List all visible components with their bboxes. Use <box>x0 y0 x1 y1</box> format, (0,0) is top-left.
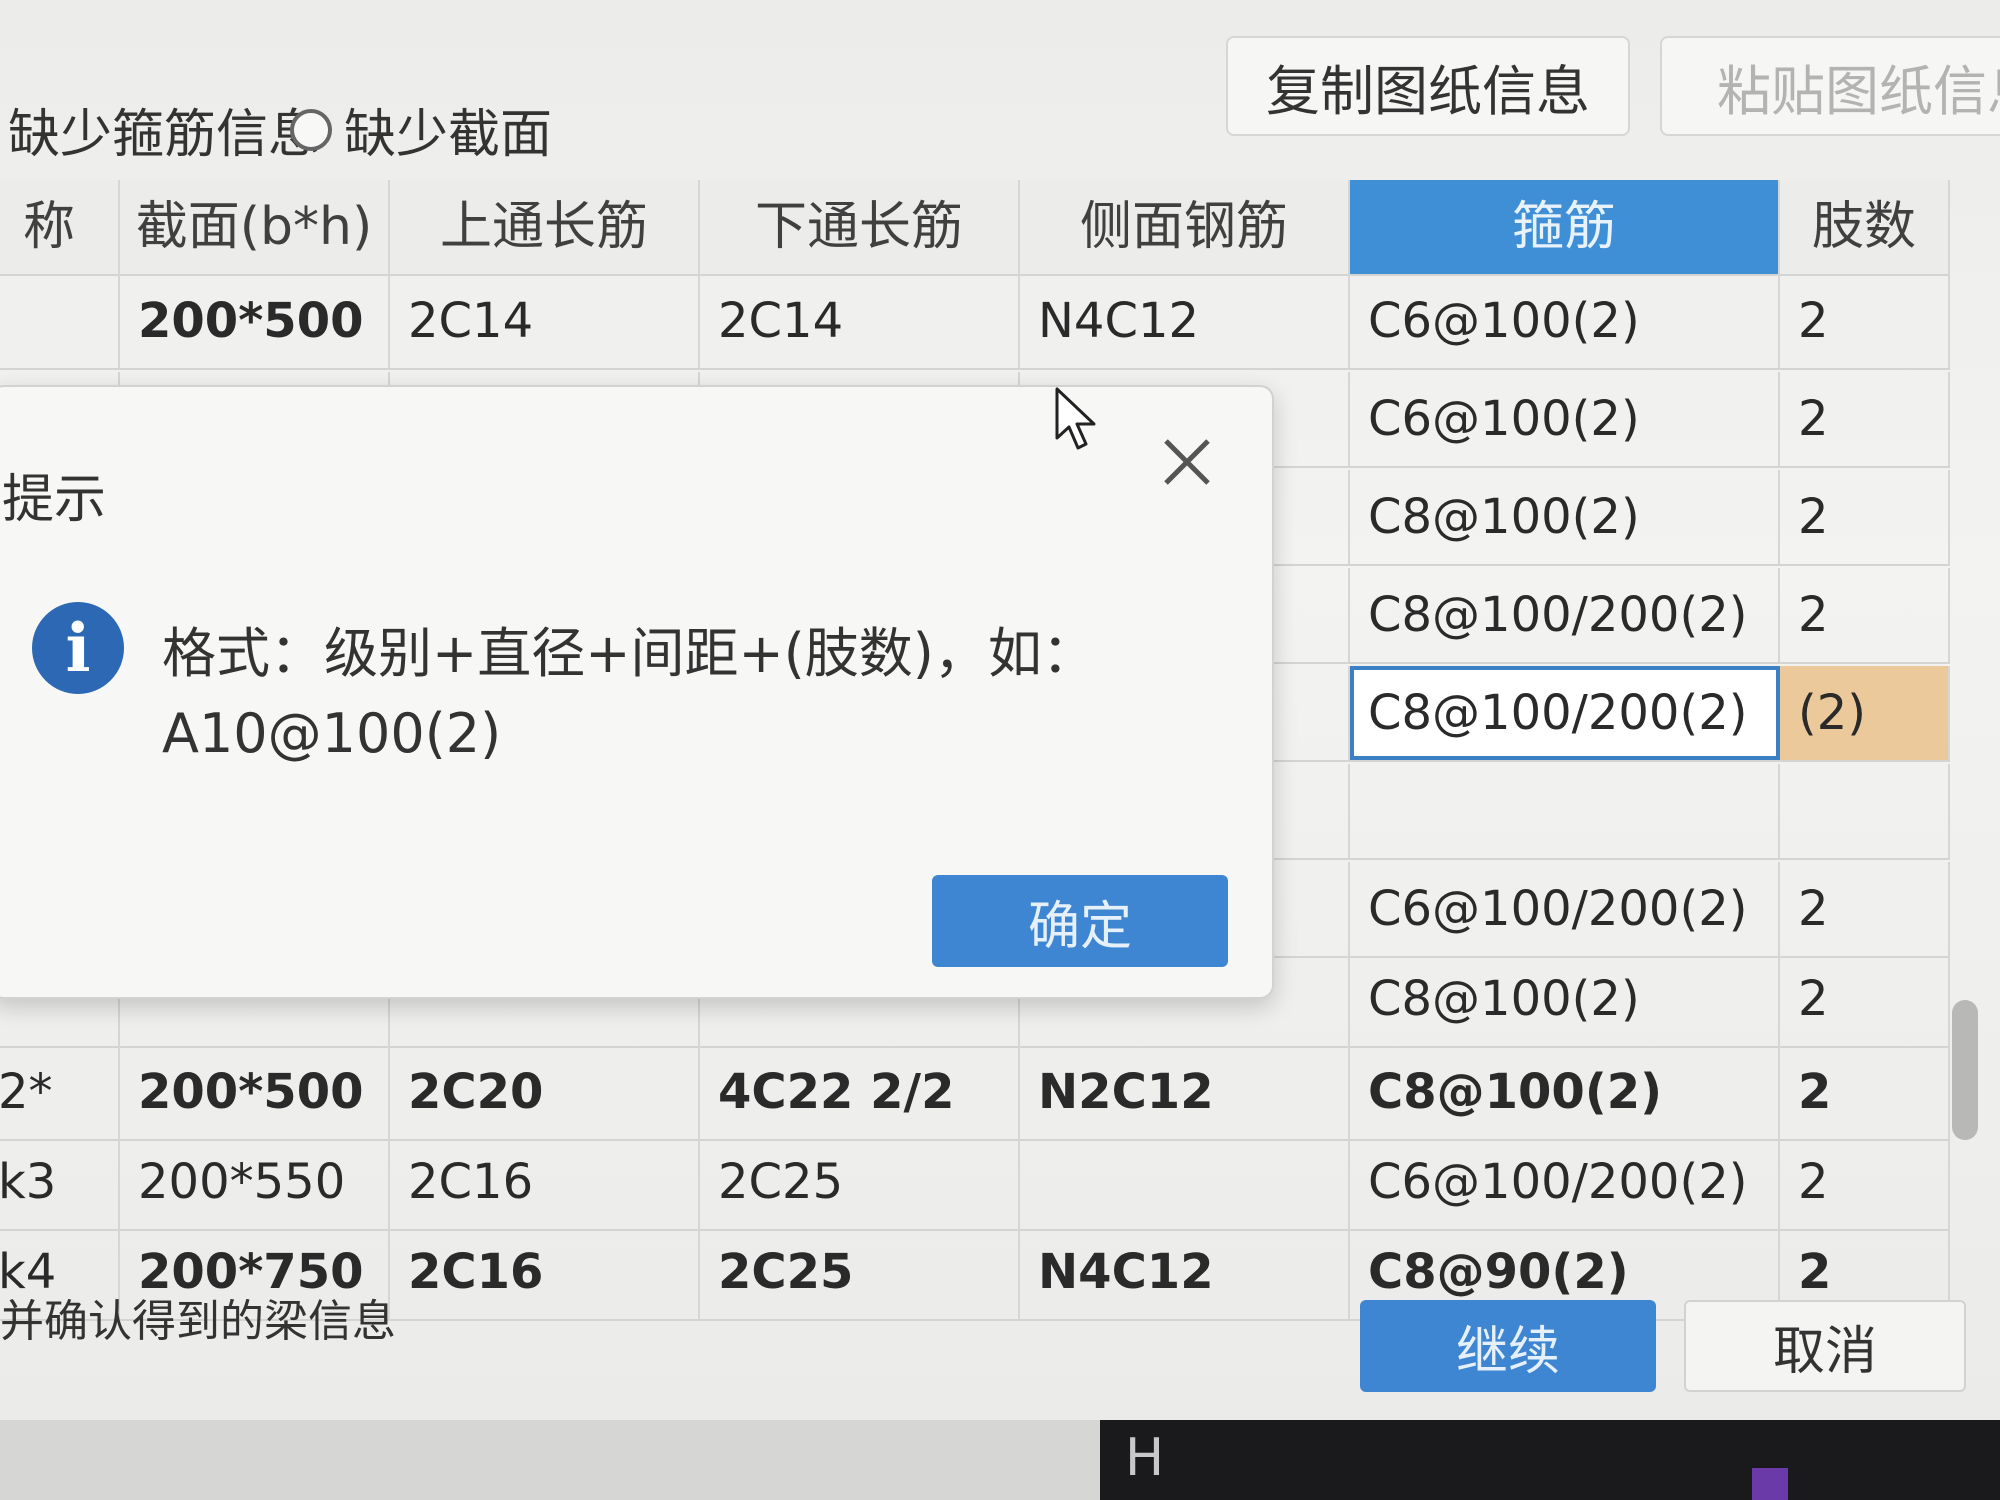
cell-stirrup[interactable]: C6@100(2) <box>1350 372 1780 466</box>
cell-legs[interactable]: 2 <box>1780 274 1950 368</box>
mouse-pointer-icon <box>1055 387 1096 450</box>
cell-bottom[interactable]: 2C25 <box>700 1135 1020 1229</box>
cell-legs[interactable]: 2 <box>1780 470 1950 564</box>
cell-legs[interactable]: 2 <box>1780 1135 1950 1229</box>
footer-note: 并确认得到的梁信息 <box>0 1296 396 1347</box>
radio-button[interactable] <box>290 108 332 151</box>
cell-name[interactable]: 2* <box>0 1045 120 1139</box>
taskbar-app-icon <box>1752 1468 1788 1500</box>
header-top-bar[interactable]: 上通长筋 <box>390 180 700 274</box>
cell-bottom[interactable]: 4C22 2/2 <box>700 1045 1020 1139</box>
cell-section[interactable]: 200*500 <box>120 274 390 368</box>
cell-stirrup[interactable]: C6@100(2) <box>1350 274 1780 368</box>
hint-dialog: 提示 i 格式：级别+直径+间距+(肢数)，如： A10@100(2) 确定 <box>0 385 1274 999</box>
cell-legs[interactable]: (2) <box>1780 666 1950 760</box>
cell-top[interactable]: 2C14 <box>390 274 700 368</box>
filter-missing-stirrup[interactable]: 缺少箍筋信息 <box>8 92 320 167</box>
cell-legs[interactable]: 2 <box>1780 952 1950 1046</box>
cell-legs[interactable]: 2 <box>1780 862 1950 956</box>
cell-legs[interactable]: 2 <box>1780 372 1950 466</box>
cell-stirrup[interactable]: C8@100/200(2) <box>1350 666 1780 760</box>
cell-stirrup[interactable]: C6@100/200(2) <box>1350 1135 1780 1229</box>
cancel-button[interactable]: 取消 <box>1684 1300 1966 1392</box>
background-app-area <box>1100 1420 2000 1500</box>
cell-bottom[interactable]: 2C25 <box>700 1225 1020 1319</box>
cell-stirrup[interactable]: C8@100(2) <box>1350 1045 1780 1139</box>
table-header-row: 称 截面(b*h) 上通长筋 下通长筋 侧面钢筋 箍筋 肢数 <box>0 180 1950 276</box>
dialog-message-example: A10@100(2) <box>162 702 502 765</box>
info-icon: i <box>32 602 124 694</box>
dialog-title: 提示 <box>2 470 107 530</box>
header-bottom-bar[interactable]: 下通长筋 <box>700 180 1020 274</box>
continue-button[interactable]: 继续 <box>1360 1300 1656 1392</box>
close-icon[interactable] <box>1152 427 1222 497</box>
cell-section[interactable]: 200*550 <box>120 1135 390 1229</box>
cell-top[interactable]: 2C16 <box>390 1225 700 1319</box>
copy-drawing-info-button[interactable]: 复制图纸信息 <box>1226 36 1630 136</box>
filter-missing-stirrup-label: 缺少箍筋信息 <box>8 105 321 165</box>
cell-top[interactable]: 2C16 <box>390 1135 700 1229</box>
cell-stirrup[interactable]: C8@100(2) <box>1350 952 1780 1046</box>
background-app-glyph: H <box>1125 1428 1165 1488</box>
dialog-message-line1: 格式：级别+直径+间距+(肢数)，如： <box>162 622 1096 685</box>
header-legs[interactable]: 肢数 <box>1780 180 1950 274</box>
cell-bottom[interactable]: 2C14 <box>700 274 1020 368</box>
header-section[interactable]: 截面(b*h) <box>120 180 390 274</box>
header-name[interactable]: 称 <box>0 180 120 274</box>
cell-legs[interactable]: 2 <box>1780 568 1950 662</box>
cell-name[interactable]: k3 <box>0 1135 120 1229</box>
cell-side[interactable]: N4C12 <box>1020 274 1350 368</box>
cell-top[interactable]: 2C20 <box>390 1045 700 1139</box>
ok-button[interactable]: 确定 <box>932 875 1228 967</box>
cell-legs[interactable] <box>1780 764 1950 858</box>
cell-section[interactable]: 200*500 <box>120 1045 390 1139</box>
cell-side[interactable]: N4C12 <box>1020 1225 1350 1319</box>
cell-name[interactable] <box>0 274 120 368</box>
header-stirrup[interactable]: 箍筋 <box>1350 180 1780 274</box>
table-row[interactable]: k3 200*550 2C16 2C25 C6@100/200(2) 2 <box>0 1135 1950 1231</box>
header-side-bar[interactable]: 侧面钢筋 <box>1020 180 1350 274</box>
paste-drawing-info-button[interactable]: 粘贴图纸信息 <box>1660 36 2000 136</box>
filter-missing-section[interactable]: 缺少截面 <box>290 92 552 167</box>
table-row[interactable]: 200*500 2C14 2C14 N4C12 C6@100(2) 2 <box>0 274 1950 370</box>
cell-legs[interactable]: 2 <box>1780 1045 1950 1139</box>
filter-missing-section-label: 缺少截面 <box>344 105 553 165</box>
cell-stirrup[interactable]: C8@100(2) <box>1350 470 1780 564</box>
vertical-scrollbar[interactable] <box>1952 1000 1978 1140</box>
cell-side[interactable]: N2C12 <box>1020 1045 1350 1139</box>
table-row[interactable]: 2* 200*500 2C20 4C22 2/2 N2C12 C8@100(2) 2 <box>0 1045 1950 1141</box>
beam-info-window: 缺少箍筋信息 缺少截面 复制图纸信息 粘贴图纸信息 称 截面(b*h) 上通长筋… <box>0 0 2000 1420</box>
cell-side[interactable] <box>1020 1135 1350 1229</box>
cell-stirrup[interactable]: C6@100/200(2) <box>1350 862 1780 956</box>
cell-stirrup[interactable] <box>1350 764 1780 858</box>
cell-stirrup[interactable]: C8@100/200(2) <box>1350 568 1780 662</box>
